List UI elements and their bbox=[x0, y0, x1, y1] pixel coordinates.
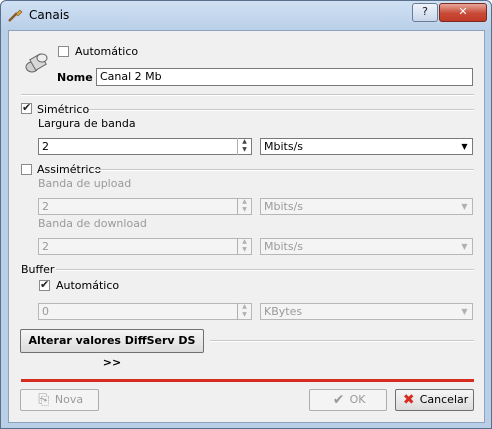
chevron-down-icon: ▼ bbox=[461, 202, 468, 211]
window-title: Canais bbox=[29, 8, 70, 22]
wrench-icon bbox=[8, 9, 23, 22]
cancel-button[interactable]: ✖ Cancelar bbox=[395, 389, 474, 411]
dialog-window: Canais ? ✕ Automático Nome Canal 2 Mb Si… bbox=[0, 0, 492, 429]
asymmetric-checkbox[interactable] bbox=[21, 164, 32, 175]
dialog-body: Automático Nome Canal 2 Mb Simétrico Lar… bbox=[8, 30, 485, 423]
new-button-label: Nova bbox=[54, 393, 84, 406]
download-label: Banda de download bbox=[38, 217, 147, 230]
cancel-x-icon: ✖ bbox=[402, 392, 415, 408]
download-unit-select[interactable]: Mbits/s ▼ bbox=[260, 238, 473, 255]
buffer-auto-checkbox[interactable] bbox=[39, 278, 50, 291]
diffserv-button[interactable]: Alterar valores DiffServ DS >> bbox=[20, 329, 204, 369]
symmetric-checkbox[interactable] bbox=[21, 101, 32, 114]
buffer-spinner[interactable]: ▲ ▼ bbox=[237, 303, 251, 320]
chevron-down-icon: ▼ bbox=[461, 307, 468, 316]
auto-name-checkbox[interactable] bbox=[58, 46, 69, 57]
bandwidth-unit-value: Mbits/s bbox=[264, 140, 304, 153]
symmetric-label: Simétrico bbox=[37, 103, 90, 116]
download-field[interactable]: 2 bbox=[38, 238, 252, 255]
bandwidth-unit-select[interactable]: Mbits/s ▼ bbox=[260, 138, 473, 155]
bandwidth-label: Largura de banda bbox=[38, 117, 136, 130]
name-label: Nome bbox=[57, 71, 93, 84]
bandwidth-field[interactable]: 2 bbox=[38, 138, 252, 155]
buffer-auto-label: Automático bbox=[56, 279, 120, 292]
download-spinner[interactable]: ▲ ▼ bbox=[237, 238, 251, 255]
upload-unit-select[interactable]: Mbits/s ▼ bbox=[260, 198, 473, 215]
diffserv-line bbox=[210, 340, 474, 342]
auto-name-label: Automático bbox=[75, 45, 139, 58]
asymmetric-group-line bbox=[94, 169, 474, 171]
close-button[interactable]: ✕ bbox=[439, 3, 487, 22]
buffer-field[interactable]: 0 bbox=[38, 303, 252, 320]
asymmetric-label: Assimétrico bbox=[37, 163, 102, 176]
divider bbox=[21, 94, 474, 96]
download-unit-value: Mbits/s bbox=[264, 240, 304, 253]
title-bar[interactable]: Canais ? ✕ bbox=[1, 1, 491, 29]
upload-unit-value: Mbits/s bbox=[264, 200, 304, 213]
upload-field[interactable]: 2 bbox=[38, 198, 252, 215]
help-button[interactable]: ? bbox=[412, 3, 438, 22]
new-button[interactable]: ⎘ Nova bbox=[20, 389, 99, 411]
buffer-group-line bbox=[56, 269, 474, 271]
buffer-unit-value: KBytes bbox=[264, 305, 303, 318]
buffer-label: Buffer bbox=[21, 263, 55, 276]
name-field[interactable]: Canal 2 Mb bbox=[96, 68, 473, 86]
ok-button-label: OK bbox=[349, 393, 366, 406]
upload-label: Banda de upload bbox=[38, 177, 132, 190]
cancel-button-label: Cancelar bbox=[419, 393, 469, 406]
cable-icon bbox=[25, 53, 48, 73]
add-icon: ⎘ bbox=[38, 392, 50, 408]
bandwidth-spinner[interactable]: ▲ ▼ bbox=[237, 138, 251, 155]
ok-button[interactable]: ✔ OK bbox=[309, 389, 387, 411]
chevron-down-icon: ▼ bbox=[461, 242, 468, 251]
footer-accent-line bbox=[21, 379, 474, 382]
check-icon: ✔ bbox=[332, 392, 345, 408]
buffer-unit-select[interactable]: KBytes ▼ bbox=[260, 303, 473, 320]
chevron-down-icon: ▼ bbox=[461, 142, 468, 151]
symmetric-group-line bbox=[89, 109, 474, 111]
upload-spinner[interactable]: ▲ ▼ bbox=[237, 198, 251, 215]
